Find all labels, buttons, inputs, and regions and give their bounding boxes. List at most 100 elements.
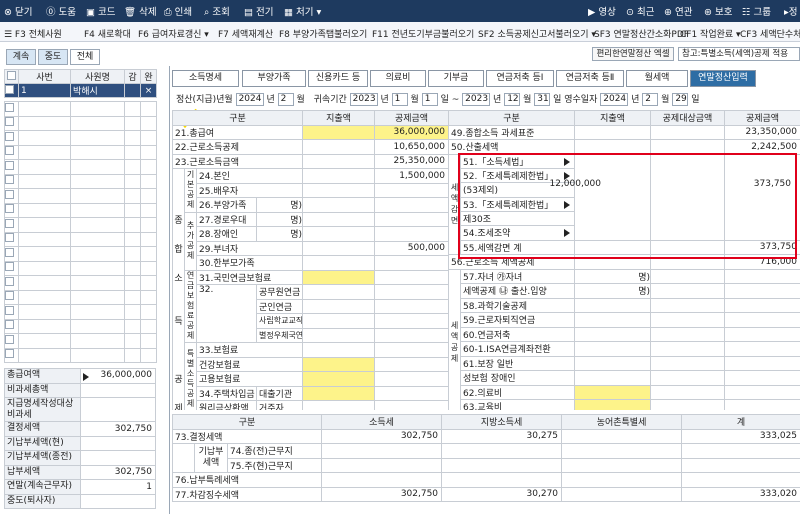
close-button[interactable]: ⊗ 닫기 xyxy=(4,4,32,18)
tab-pension1[interactable]: 연금저축 등Ⅰ xyxy=(486,70,554,87)
row-checkbox[interactable] xyxy=(5,233,14,243)
from-month-input[interactable]: 1 xyxy=(391,93,408,106)
row-checkbox[interactable] xyxy=(5,218,14,228)
receipt-year-input[interactable]: 2024 xyxy=(600,93,629,106)
tab-rent[interactable]: 월세액 xyxy=(626,70,688,87)
table-row[interactable] xyxy=(4,159,157,175)
row-checkbox[interactable] xyxy=(5,204,14,214)
table-row[interactable] xyxy=(4,289,157,305)
to-day-input[interactable]: 31 xyxy=(534,93,551,106)
row-checkbox[interactable] xyxy=(5,117,14,127)
transfer-button[interactable]: ▤ 전기 xyxy=(244,4,273,18)
tab-pension2[interactable]: 연금저축 등Ⅱ xyxy=(556,70,624,87)
military-pension: 군인연금 xyxy=(256,298,303,314)
select-all-checkbox[interactable] xyxy=(4,69,19,84)
table-row[interactable] xyxy=(4,101,157,117)
row-checkbox[interactable] xyxy=(5,247,14,257)
related-label: 연관 xyxy=(674,7,693,18)
delete-button[interactable]: 🗑 삭제 xyxy=(124,4,157,18)
sf2-button[interactable]: SF2 소득공제신고서불러오기 ▾ xyxy=(478,27,596,40)
row-checkbox[interactable] xyxy=(5,334,14,344)
birth-count[interactable]: 명) xyxy=(574,283,651,299)
sf3-button[interactable]: SF3 연말정산간소화PDF xyxy=(594,27,689,40)
receipt-day-input[interactable]: 29 xyxy=(672,93,689,106)
video-label: 영상 xyxy=(598,7,616,18)
table-row[interactable] xyxy=(4,333,157,349)
row-checkbox[interactable] xyxy=(5,320,14,330)
f3-button[interactable]: ☰ F3 전체사원 xyxy=(4,27,62,40)
search-button[interactable]: ⌕ 조회 xyxy=(204,4,230,18)
table-row[interactable] xyxy=(4,173,157,189)
child-count[interactable]: 명) xyxy=(574,268,651,284)
table-row[interactable] xyxy=(4,347,157,363)
from-day-input[interactable]: 1 xyxy=(421,93,438,106)
row-checkbox[interactable] xyxy=(5,131,14,141)
table-row[interactable] xyxy=(4,246,157,262)
tab-all[interactable]: 전체 xyxy=(70,49,100,65)
tab-income-detail[interactable]: 소득명세 xyxy=(172,70,239,87)
cf3-button[interactable]: CF3 세액단수처리 xyxy=(740,27,800,40)
protect-button[interactable]: ⊛ 보호 xyxy=(704,4,732,18)
tab-credit-card[interactable]: 신용카드 등 xyxy=(308,70,368,87)
row-checkbox[interactable] xyxy=(5,146,14,156)
f8-button[interactable]: F8 부양가족탭불러오기 xyxy=(279,27,367,40)
f6-button[interactable]: F6 급여자료갱신 ▾ xyxy=(138,27,209,40)
row-61-label: 61.보장 일반 xyxy=(460,355,575,371)
f11-button[interactable]: F11 전년도기부금불러오기 xyxy=(372,27,474,40)
settle-month-input[interactable]: 2 xyxy=(277,93,294,106)
row-checkbox[interactable] xyxy=(5,305,14,315)
to-month-input[interactable]: 12 xyxy=(504,93,521,106)
group-char-so: 소 xyxy=(172,270,185,285)
recent-button[interactable]: ⊙ 최근 xyxy=(626,4,654,18)
tab-settlement-input[interactable]: 연말정산입력 xyxy=(690,70,756,87)
tab-continuing[interactable]: 계속 xyxy=(6,49,36,65)
row-checkbox[interactable] xyxy=(5,175,14,185)
summary-value-text: 36,000,000 xyxy=(100,370,152,381)
table-row[interactable] xyxy=(4,130,157,146)
earned-income-amount: 25,350,000 xyxy=(374,153,448,169)
row-checkbox[interactable] xyxy=(5,160,14,170)
related-button[interactable]: ⊕ 연관 xyxy=(664,4,692,18)
receipt-month-input[interactable]: 2 xyxy=(642,93,659,106)
table-row[interactable] xyxy=(4,304,157,320)
excel-button[interactable]: 편리한연말정산 엑셀 xyxy=(592,47,674,61)
print-button[interactable]: ⎙ 인쇄 xyxy=(164,4,192,18)
dependents-count[interactable]: 명) xyxy=(256,197,303,213)
table-row[interactable] xyxy=(4,217,157,233)
tab-dependents[interactable]: 부양가족 xyxy=(242,70,306,87)
table-row[interactable] xyxy=(4,202,157,218)
senior-count[interactable]: 명) xyxy=(256,211,303,227)
more-button[interactable]: ▸정 xyxy=(784,4,798,18)
row-checkbox[interactable] xyxy=(5,102,14,112)
table-row[interactable] xyxy=(4,231,157,247)
cf1-button[interactable]: CF1 작업완료 ▾ xyxy=(680,27,741,40)
table-row[interactable] xyxy=(4,260,157,276)
expand-arrow-icon[interactable] xyxy=(83,373,89,382)
table-row[interactable]: 1 박해시 × xyxy=(4,83,157,98)
tab-donation[interactable]: 기부금 xyxy=(428,70,484,87)
table-row[interactable] xyxy=(4,188,157,204)
tab-midterm[interactable]: 중도 xyxy=(38,49,68,65)
table-row[interactable] xyxy=(4,275,157,291)
table-row[interactable] xyxy=(4,115,157,131)
f4-button[interactable]: F4 새로확대 xyxy=(84,27,131,40)
from-year-input[interactable]: 2023 xyxy=(349,93,378,106)
row-checkbox[interactable] xyxy=(5,189,14,199)
tab-medical[interactable]: 의료비 xyxy=(370,70,426,87)
f7-button[interactable]: F7 세액재계산 xyxy=(218,27,273,40)
to-year-input[interactable]: 2023 xyxy=(462,93,491,106)
settle-year-input[interactable]: 2024 xyxy=(235,93,264,106)
row-checkbox[interactable] xyxy=(5,276,14,286)
row-22-label: 22.근로소득공제 xyxy=(172,139,303,155)
help-button[interactable]: ⓪ 도움 xyxy=(46,4,76,18)
disabled-count[interactable]: 명) xyxy=(256,226,303,242)
table-row[interactable] xyxy=(4,144,157,160)
table-row[interactable] xyxy=(4,318,157,334)
group-button[interactable]: ☷ 그룹 xyxy=(742,4,771,18)
row-checkbox[interactable] xyxy=(5,262,14,272)
code-button[interactable]: ▣ 코드 xyxy=(86,4,115,18)
video-button[interactable]: ▶ 영상 xyxy=(588,4,616,18)
process-button[interactable]: ▦ 처기 ▾ xyxy=(284,4,321,18)
row-checkbox[interactable] xyxy=(5,291,14,301)
row-checkbox[interactable] xyxy=(5,349,14,359)
